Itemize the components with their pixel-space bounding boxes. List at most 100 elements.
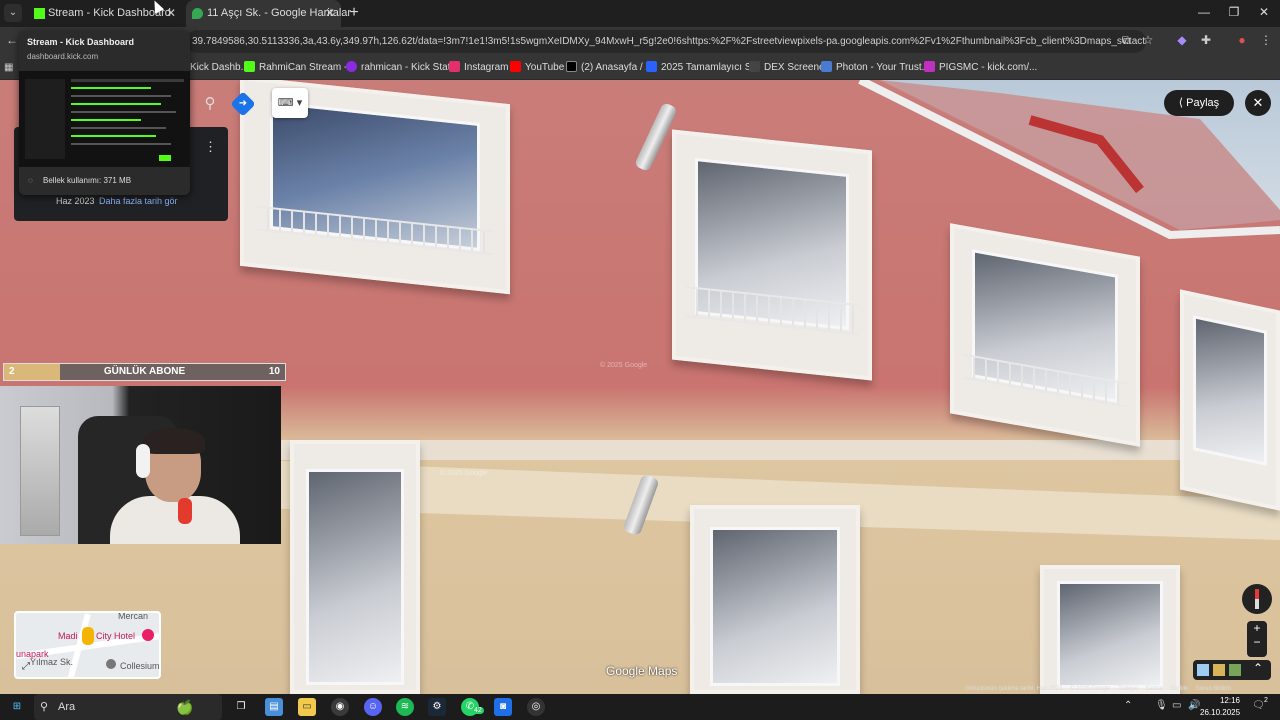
copyright: © 2025 Google bbox=[1070, 686, 1111, 692]
capture-date-credit: Görüntünün çekilme tarihi: Haz 2023 bbox=[965, 686, 1063, 692]
install-app-icon[interactable]: ⧉ bbox=[1118, 33, 1134, 48]
maximize-button[interactable]: ❐ bbox=[1224, 5, 1244, 19]
bookmark-item[interactable]: Kick Dashb... bbox=[190, 60, 249, 76]
hover-card-title: Stream - Kick Dashboard bbox=[27, 37, 135, 47]
tab-search-menu-button[interactable]: ⌄ bbox=[4, 4, 22, 22]
notifications-icon[interactable]: 🗨 bbox=[1252, 700, 1265, 711]
map-label: Madi bbox=[58, 631, 78, 641]
zoom-in-button[interactable]: + bbox=[1247, 621, 1267, 635]
dashboard-preview bbox=[19, 71, 190, 167]
search-highlight-icon: 🍏 bbox=[176, 699, 194, 715]
capture-date: Haz 2023 bbox=[56, 196, 95, 206]
volume-icon[interactable]: 🔊 bbox=[1188, 700, 1200, 711]
bookmark-item[interactable]: rahmican - Kick Stat... bbox=[346, 60, 459, 76]
profile-avatar-icon[interactable]: ● bbox=[1234, 33, 1250, 47]
obs-icon[interactable]: ◎ bbox=[527, 698, 545, 716]
memory-usage: Bellek kullanımı: 371 MB bbox=[43, 176, 132, 185]
chrome-icon[interactable]: ◉ bbox=[331, 698, 349, 716]
privacy-link[interactable]: Gizlilik bbox=[1171, 686, 1188, 692]
tab-google-maps[interactable]: 11 Aşçı Sk. - Google Haritalar ✕ bbox=[186, 0, 351, 27]
discord-icon bbox=[346, 61, 357, 72]
steam-icon[interactable]: ⚙ bbox=[428, 698, 446, 716]
microphone-icon[interactable]: 🎙 bbox=[1155, 700, 1168, 711]
notification-count: 2 bbox=[1264, 697, 1268, 704]
bookmark-label: 2025 Tamamlayıcı S... bbox=[661, 62, 760, 73]
app-icon[interactable]: ◙ bbox=[494, 698, 512, 716]
apps-grid-icon[interactable]: ▦ bbox=[4, 60, 13, 76]
map-label: City Hotel bbox=[96, 631, 136, 641]
maps-pin-icon bbox=[192, 8, 203, 19]
show-hidden-icons[interactable]: ⌃ bbox=[1124, 700, 1132, 711]
bookmark-item[interactable]: RahmiCan Stream -... bbox=[244, 60, 356, 76]
more-dates-link[interactable]: Daha fazla tarih gör bbox=[99, 196, 178, 206]
window-glass bbox=[710, 527, 840, 687]
pegman-icon bbox=[82, 627, 94, 645]
more-menu-icon[interactable]: ⋮ bbox=[1258, 33, 1274, 47]
window-glass bbox=[1057, 581, 1163, 688]
bookmark-label: (2) Anasayfa / X bbox=[581, 62, 653, 73]
minimap[interactable]: Mercan Madi City Hotel unapark Yılmaz Sk… bbox=[14, 611, 161, 679]
network-icon[interactable]: ▭ bbox=[1172, 700, 1181, 711]
extensions-puzzle-icon[interactable]: ✚ bbox=[1198, 33, 1214, 47]
zoom-out-button[interactable]: − bbox=[1247, 635, 1267, 649]
close-tab-icon[interactable]: ✕ bbox=[325, 0, 335, 27]
layer-thumbnail[interactable] bbox=[1213, 664, 1225, 676]
country: Türkiye bbox=[1118, 686, 1138, 692]
close-tab-icon[interactable]: ✕ bbox=[166, 0, 176, 27]
taskbar-search[interactable]: ⚲ Ara 🍏 bbox=[34, 694, 222, 720]
file-explorer-icon[interactable]: ▭ bbox=[298, 698, 316, 716]
layer-thumbnail[interactable] bbox=[1197, 664, 1209, 676]
file-browser-icon[interactable]: ▤ bbox=[265, 698, 283, 716]
bookmark-item[interactable]: YouTube bbox=[510, 60, 564, 76]
place-pin-icon bbox=[106, 659, 116, 669]
expand-map-icon[interactable]: ⤢ bbox=[22, 661, 30, 672]
layer-thumbnail[interactable] bbox=[1229, 664, 1241, 676]
dex-screener-icon bbox=[749, 61, 760, 72]
tab-preview-thumbnail bbox=[19, 71, 190, 167]
back-arrow-icon[interactable]: ← bbox=[4, 33, 20, 47]
address-bar[interactable]: 39.7849586,30.5113336,3a,43.6y,349.97h,1… bbox=[186, 30, 1146, 53]
screen: ⌄ Stream - Kick Dashboard ✕ 11 Aşçı Sk. … bbox=[0, 0, 1280, 720]
bookmark-item[interactable]: (2) Anasayfa / X bbox=[566, 60, 652, 76]
terms-link[interactable]: Şartlar bbox=[1145, 686, 1163, 692]
search-icon[interactable]: ⚲ bbox=[198, 92, 222, 116]
taskbar-clock[interactable]: 12:16 26.10.2025 bbox=[1200, 695, 1240, 719]
share-button[interactable]: ⟨ Paylaş bbox=[1164, 90, 1234, 116]
instagram-icon bbox=[449, 61, 460, 72]
report-problem-link[interactable]: Sorun bildirin bbox=[1196, 686, 1231, 692]
window-glass bbox=[306, 468, 404, 686]
map-label: Yılmaz Sk. bbox=[30, 657, 74, 667]
bookmark-item[interactable]: DEX Screener bbox=[749, 60, 828, 76]
discord-icon[interactable]: ☺ bbox=[364, 698, 382, 716]
tab-strip: ⌄ Stream - Kick Dashboard ✕ 11 Aşçı Sk. … bbox=[0, 0, 1280, 27]
close-window-button[interactable]: ✕ bbox=[1254, 5, 1274, 19]
bookmark-item[interactable]: Instagram bbox=[449, 60, 508, 76]
layers-panel[interactable]: ⌃ bbox=[1193, 660, 1271, 680]
window bbox=[950, 223, 1140, 447]
extension-icon[interactable]: ◆ bbox=[1174, 33, 1190, 47]
bookmark-item[interactable]: Photon - Your Trust... bbox=[821, 60, 930, 76]
input-tools-button[interactable]: ⌨ ▾ bbox=[272, 88, 308, 118]
task-view-icon[interactable]: ❐ bbox=[232, 698, 250, 716]
google-maps-logo: Google Maps bbox=[606, 664, 678, 678]
streamer-hair bbox=[143, 428, 205, 454]
windows-taskbar: ⊞ ⚲ Ara 🍏 ❐ ▤ ▭ ◉ ☺ ≋ ⚙ ✆ 42 ◙ ◎ ⌃ 🎙 ▭ 🔊… bbox=[0, 694, 1280, 720]
directions-button[interactable]: ➜ bbox=[230, 91, 256, 117]
close-street-view-button[interactable]: ✕ bbox=[1245, 90, 1271, 116]
bookmark-item[interactable]: 2025 Tamamlayıcı S... bbox=[646, 60, 760, 76]
map-credits: Görüntünün çekilme tarihi: Haz 2023 © 20… bbox=[965, 686, 1280, 694]
compass-needle-icon bbox=[1255, 589, 1259, 609]
chevron-up-icon[interactable]: ⌃ bbox=[1253, 661, 1263, 675]
more-options-icon[interactable]: ⋮ bbox=[204, 139, 217, 155]
windows-start-icon[interactable]: ⊞ bbox=[8, 698, 26, 716]
minimize-button[interactable]: — bbox=[1194, 5, 1214, 19]
kick-icon bbox=[244, 61, 255, 72]
microphone bbox=[178, 498, 192, 524]
bookmark-label: Photon - Your Trust... bbox=[836, 62, 930, 73]
bookmark-label: rahmican - Kick Stat... bbox=[361, 62, 459, 73]
bookmark-item[interactable]: PIGSMC - kick.com/... bbox=[924, 60, 1037, 76]
spotify-icon[interactable]: ≋ bbox=[396, 698, 414, 716]
compass-button[interactable] bbox=[1242, 584, 1272, 614]
bookmark-star-icon[interactable]: ☆ bbox=[1140, 33, 1156, 47]
new-tab-button[interactable]: + bbox=[346, 4, 362, 22]
